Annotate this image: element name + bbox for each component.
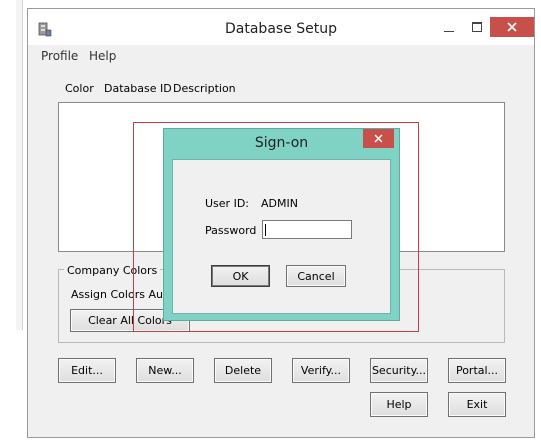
minimize-button[interactable] [436, 19, 462, 37]
user-id-value: ADMIN [261, 197, 298, 210]
user-id-label: User ID: [205, 197, 249, 210]
ok-button[interactable]: OK [211, 265, 270, 287]
background-window-edge [16, 0, 23, 330]
security-button[interactable]: Security... [370, 358, 428, 383]
title-bar: Database Setup [28, 9, 534, 45]
minimize-icon [444, 31, 454, 32]
help-button[interactable]: Help [370, 392, 428, 417]
password-input[interactable] [262, 220, 352, 239]
close-button[interactable] [490, 17, 534, 37]
edit-button[interactable]: Edit... [58, 358, 116, 383]
password-label: Password [205, 224, 257, 237]
menu-item-help[interactable]: Help [89, 49, 116, 63]
exit-button[interactable]: Exit [448, 392, 506, 417]
text-cursor [265, 224, 266, 236]
new-button[interactable]: New... [136, 358, 194, 383]
close-icon [507, 22, 517, 32]
column-header-database-id[interactable]: Database ID [104, 82, 172, 95]
column-header-description[interactable]: Description [173, 82, 236, 95]
delete-button[interactable]: Delete [214, 358, 272, 383]
column-header-color[interactable]: Color [65, 82, 94, 95]
close-icon [374, 134, 383, 143]
menu-item-profile[interactable]: Profile [41, 49, 78, 63]
cancel-button[interactable]: Cancel [286, 265, 346, 287]
maximize-icon [472, 22, 482, 32]
verify-button[interactable]: Verify... [292, 358, 350, 383]
dialog-close-button[interactable] [363, 129, 394, 148]
maximize-button[interactable] [464, 19, 490, 37]
portal-button[interactable]: Portal... [448, 358, 506, 383]
sign-on-dialog: Sign-on User ID: ADMIN Password OK Cance… [163, 128, 400, 321]
dialog-body: User ID: ADMIN Password OK Cancel [172, 159, 391, 314]
